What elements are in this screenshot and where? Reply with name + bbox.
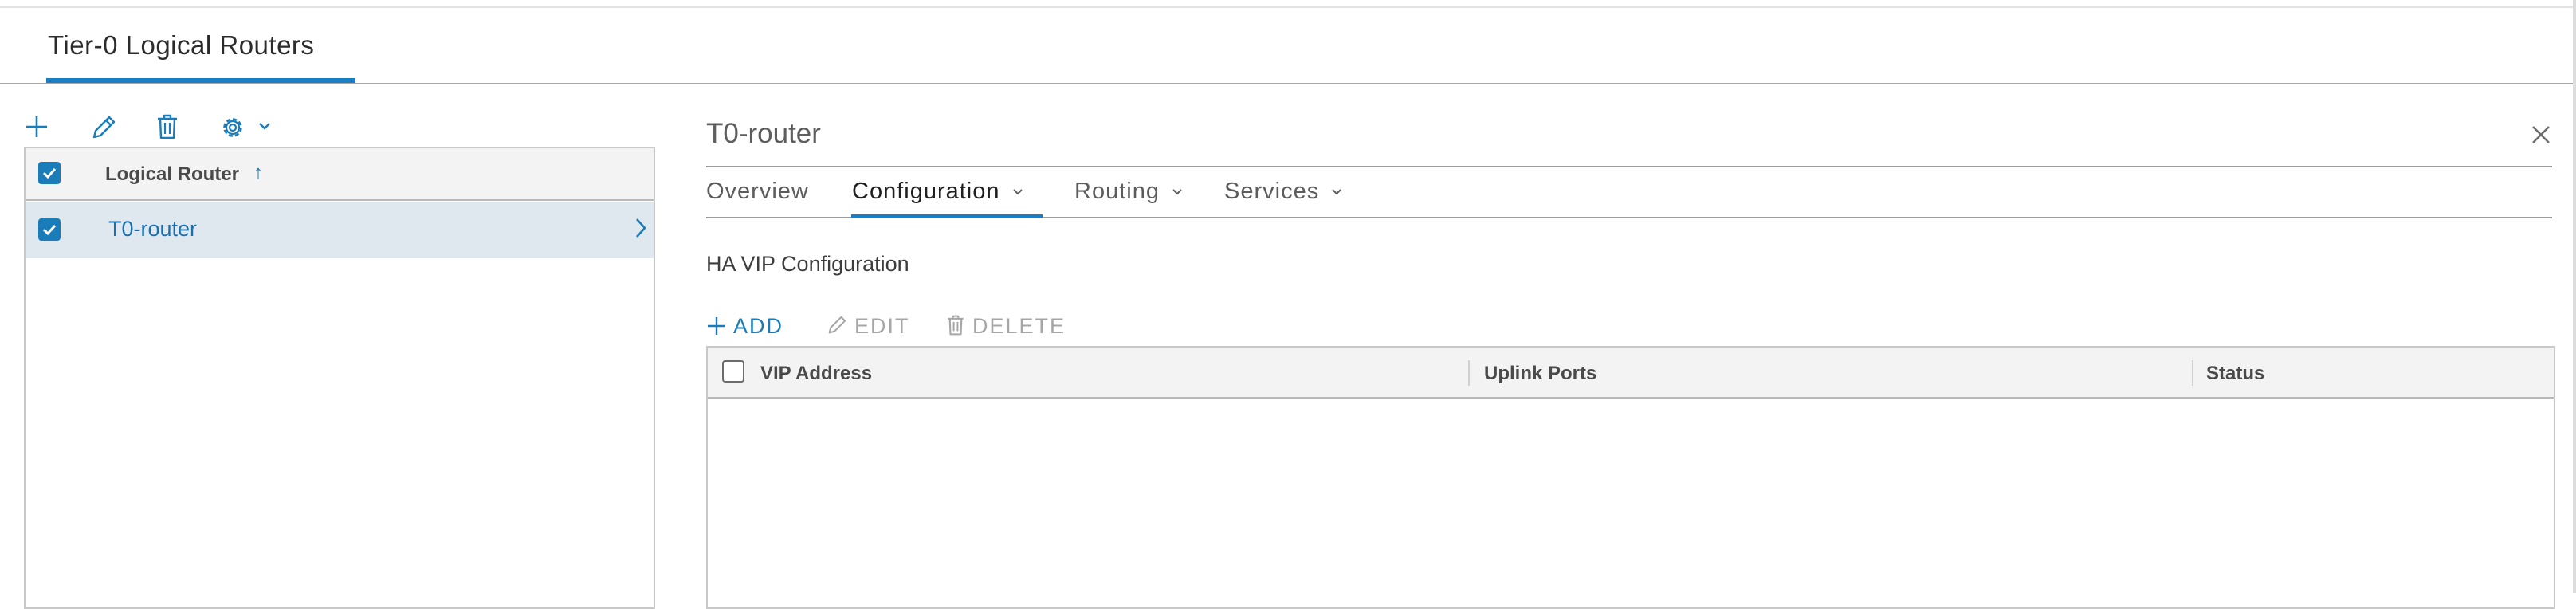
delete-button[interactable]: DELETE <box>945 314 1066 339</box>
trash-icon[interactable] <box>155 113 180 140</box>
chevron-down-icon <box>1332 189 1341 195</box>
pencil-icon <box>828 316 846 334</box>
tab-services[interactable]: Services <box>1224 179 1342 205</box>
plus-icon <box>708 317 725 335</box>
trash-icon <box>948 315 964 336</box>
select-all-checkbox[interactable] <box>722 360 744 383</box>
row-checkbox[interactable] <box>38 218 61 241</box>
chevron-right-icon[interactable] <box>634 217 647 239</box>
tab-configuration-label: Configuration <box>852 179 1000 204</box>
select-all-checkbox[interactable] <box>38 162 61 184</box>
column-resize-handle[interactable] <box>2192 360 2193 386</box>
column-header-uplink-ports[interactable]: Uplink Ports <box>1484 363 1596 385</box>
delete-button-label: DELETE <box>972 314 1066 338</box>
tab-routing-label: Routing <box>1074 179 1160 204</box>
edit-button[interactable]: EDIT <box>826 314 910 339</box>
tab-overview-label: Overview <box>706 179 809 204</box>
column-header-logical-router[interactable]: Logical Router <box>105 163 239 186</box>
column-resize-handle[interactable] <box>1468 360 1470 386</box>
pencil-icon[interactable] <box>89 113 118 142</box>
detail-title: T0-router <box>706 118 821 149</box>
chevron-down-icon <box>1172 189 1182 195</box>
sort-ascending-icon[interactable]: ↑ <box>253 162 263 184</box>
section-title: HA VIP Configuration <box>706 252 909 276</box>
column-header-vip-address[interactable]: VIP Address <box>760 363 872 385</box>
tab-services-label: Services <box>1224 179 1320 204</box>
gear-icon[interactable] <box>218 113 247 142</box>
top-border <box>0 6 2576 8</box>
close-icon[interactable] <box>2530 124 2552 146</box>
row-link-t0-router[interactable]: T0-router <box>108 217 197 242</box>
column-header-status[interactable]: Status <box>2206 363 2264 385</box>
add-button[interactable]: ADD <box>706 314 783 339</box>
scrollbar-track[interactable] <box>2573 0 2576 593</box>
chevron-down-icon <box>1012 189 1023 195</box>
tab-routing[interactable]: Routing <box>1074 179 1183 205</box>
header-divider <box>0 83 2573 84</box>
add-button-label: ADD <box>733 314 784 338</box>
tab-overview[interactable]: Overview <box>706 179 809 205</box>
tab-configuration[interactable]: Configuration <box>852 179 1023 205</box>
edit-button-label: EDIT <box>854 314 910 338</box>
tab-tier0-logical-routers[interactable]: Tier-0 Logical Routers <box>48 30 314 61</box>
plus-icon[interactable] <box>24 114 49 139</box>
chevron-down-icon[interactable] <box>258 121 271 131</box>
detail-divider <box>706 166 2552 167</box>
grid-header <box>708 348 2554 399</box>
active-tab-indicator <box>851 214 1043 218</box>
